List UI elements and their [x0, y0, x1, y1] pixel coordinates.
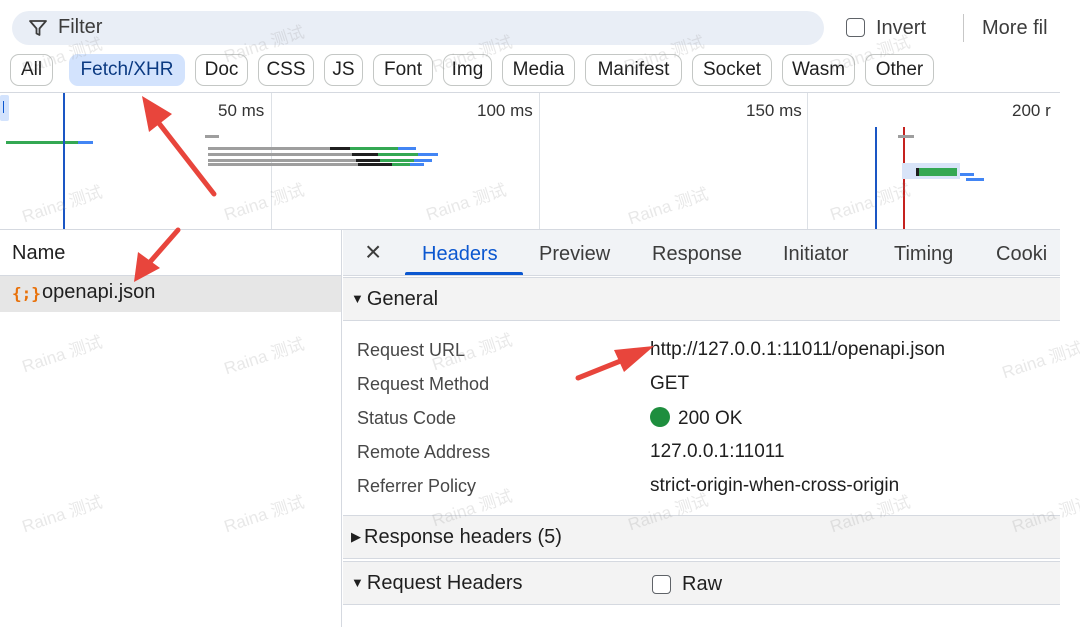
- overview-bar: [358, 163, 392, 166]
- overview-bar: [208, 159, 356, 162]
- general-section-title: ▼ General: [351, 288, 438, 311]
- close-icon[interactable]: ×: [365, 236, 381, 268]
- request-details-panel: × Headers Preview Response Initiator Tim…: [343, 230, 1060, 627]
- overview-bar: [356, 159, 380, 162]
- request-name[interactable]: openapi.json: [42, 281, 155, 304]
- overview-range-handle-grip: [3, 101, 4, 113]
- request-headers-title: ▼ Request Headers: [351, 572, 523, 595]
- invert-label[interactable]: Invert: [876, 17, 926, 40]
- request-list-panel: Name {;} openapi.json: [0, 230, 342, 627]
- overview-bar: [78, 141, 93, 144]
- general-title-text: General: [366, 288, 439, 310]
- overview-bar: [208, 153, 352, 156]
- chip-css[interactable]: CSS: [258, 54, 314, 86]
- expanded-triangle-icon: ▼: [351, 575, 364, 590]
- resource-type-filters: All Fetch/XHR Doc CSS JS Font Img Media …: [0, 54, 1080, 90]
- request-list-header: Name: [0, 230, 342, 276]
- request-method-value: GET: [650, 373, 690, 394]
- status-code-text: 200 OK: [678, 408, 743, 429]
- load-event-marker: [875, 127, 877, 229]
- overview-bar: [380, 159, 414, 162]
- request-headers-section-header[interactable]: ▼ Request Headers Raw: [343, 561, 1060, 605]
- status-ok-dot-icon: [650, 407, 670, 427]
- chip-doc[interactable]: Doc: [195, 54, 248, 86]
- tick-line-150: [807, 93, 808, 229]
- chip-socket[interactable]: Socket: [692, 54, 772, 86]
- chip-all[interactable]: All: [10, 54, 53, 86]
- referrer-policy-value: strict-origin-when-cross-origin: [650, 475, 900, 496]
- chip-fetch-xhr[interactable]: Fetch/XHR: [69, 54, 185, 86]
- referrer-policy-key: Referrer Policy: [357, 476, 477, 496]
- remote-address-value: 127.0.0.1:11011: [650, 441, 785, 462]
- more-filters-dropdown[interactable]: More fil: [982, 17, 1048, 40]
- overview-bar: [6, 141, 78, 144]
- overview-bar: [205, 135, 219, 138]
- invert-checkbox[interactable]: [846, 18, 865, 37]
- overview-bar: [208, 163, 358, 166]
- tick-label-100ms: 100 ms: [477, 101, 533, 120]
- status-code-key: Status Code: [357, 408, 457, 428]
- overview-bar: [410, 163, 424, 166]
- tick-label-150ms: 150 ms: [746, 101, 802, 120]
- overview-bar: [330, 147, 350, 150]
- overview-bar: [414, 159, 432, 162]
- tab-response[interactable]: Response: [652, 243, 742, 266]
- overview-bar: [418, 153, 438, 156]
- toolbar-divider: [963, 14, 964, 42]
- tick-label-200ms: 200 r: [1012, 101, 1051, 120]
- tab-initiator[interactable]: Initiator: [783, 243, 849, 266]
- overview-bar: [898, 135, 914, 138]
- request-row-openapi-json[interactable]: {;} openapi.json: [0, 276, 341, 312]
- raw-label[interactable]: Raw: [682, 573, 722, 596]
- raw-checkbox[interactable]: [652, 575, 671, 594]
- chip-manifest[interactable]: Manifest: [585, 54, 682, 86]
- collapsed-triangle-icon: ▶: [351, 529, 361, 544]
- json-file-icon: {;}: [12, 284, 41, 303]
- chip-js[interactable]: JS: [324, 54, 363, 86]
- dom-content-loaded-marker: [63, 93, 65, 229]
- tab-headers[interactable]: Headers: [422, 243, 498, 266]
- overview-bar: [392, 163, 410, 166]
- chip-other[interactable]: Other: [865, 54, 934, 86]
- status-code-value: 200 OK: [650, 407, 742, 430]
- overview-bar: [352, 153, 378, 156]
- request-url-value: http://127.0.0.1:11011/openapi.json: [650, 339, 946, 360]
- response-headers-title: ▶ Response headers (5): [351, 526, 562, 549]
- chip-media[interactable]: Media: [502, 54, 575, 86]
- overview-bar: [350, 147, 398, 150]
- tick-label-50ms: 50 ms: [218, 101, 265, 120]
- remote-address-key: Remote Address: [357, 442, 491, 462]
- request-method-key: Request Method: [357, 374, 490, 394]
- response-headers-title-text: Response headers (5): [364, 526, 562, 548]
- overview-bar: [966, 178, 984, 181]
- tab-preview[interactable]: Preview: [539, 243, 610, 266]
- chip-font[interactable]: Font: [373, 54, 433, 86]
- details-tab-bar: × Headers Preview Response Initiator Tim…: [343, 230, 1060, 276]
- request-headers-title-text: Request Headers: [366, 572, 523, 594]
- tick-line-100: [539, 93, 540, 229]
- filter-input[interactable]: [12, 11, 824, 45]
- filter-placeholder: Filter: [58, 16, 103, 38]
- overview-bar: [919, 168, 957, 176]
- filter-funnel-icon: [29, 20, 47, 36]
- expanded-triangle-icon: ▼: [351, 291, 364, 306]
- request-url-key: Request URL: [357, 340, 466, 360]
- active-tab-indicator: [405, 272, 523, 275]
- tab-timing[interactable]: Timing: [894, 243, 953, 266]
- overview-bar: [398, 147, 416, 150]
- overview-bar: [378, 153, 418, 156]
- overview-bar: [208, 147, 330, 150]
- chip-img[interactable]: Img: [443, 54, 492, 86]
- name-column-header[interactable]: Name: [12, 242, 65, 265]
- overview-bar: [960, 173, 974, 176]
- response-headers-section-header[interactable]: ▶ Response headers (5): [343, 515, 1060, 559]
- tab-cookies[interactable]: Cooki: [996, 243, 1047, 266]
- overview-range-handle[interactable]: [0, 95, 9, 121]
- network-overview-timeline[interactable]: 50 ms 100 ms 150 ms 200 r: [0, 92, 1060, 230]
- general-section-header[interactable]: ▼ General: [343, 277, 1060, 321]
- filter-bar: Filter Invert More fil: [0, 0, 1080, 56]
- chip-wasm[interactable]: Wasm: [782, 54, 855, 86]
